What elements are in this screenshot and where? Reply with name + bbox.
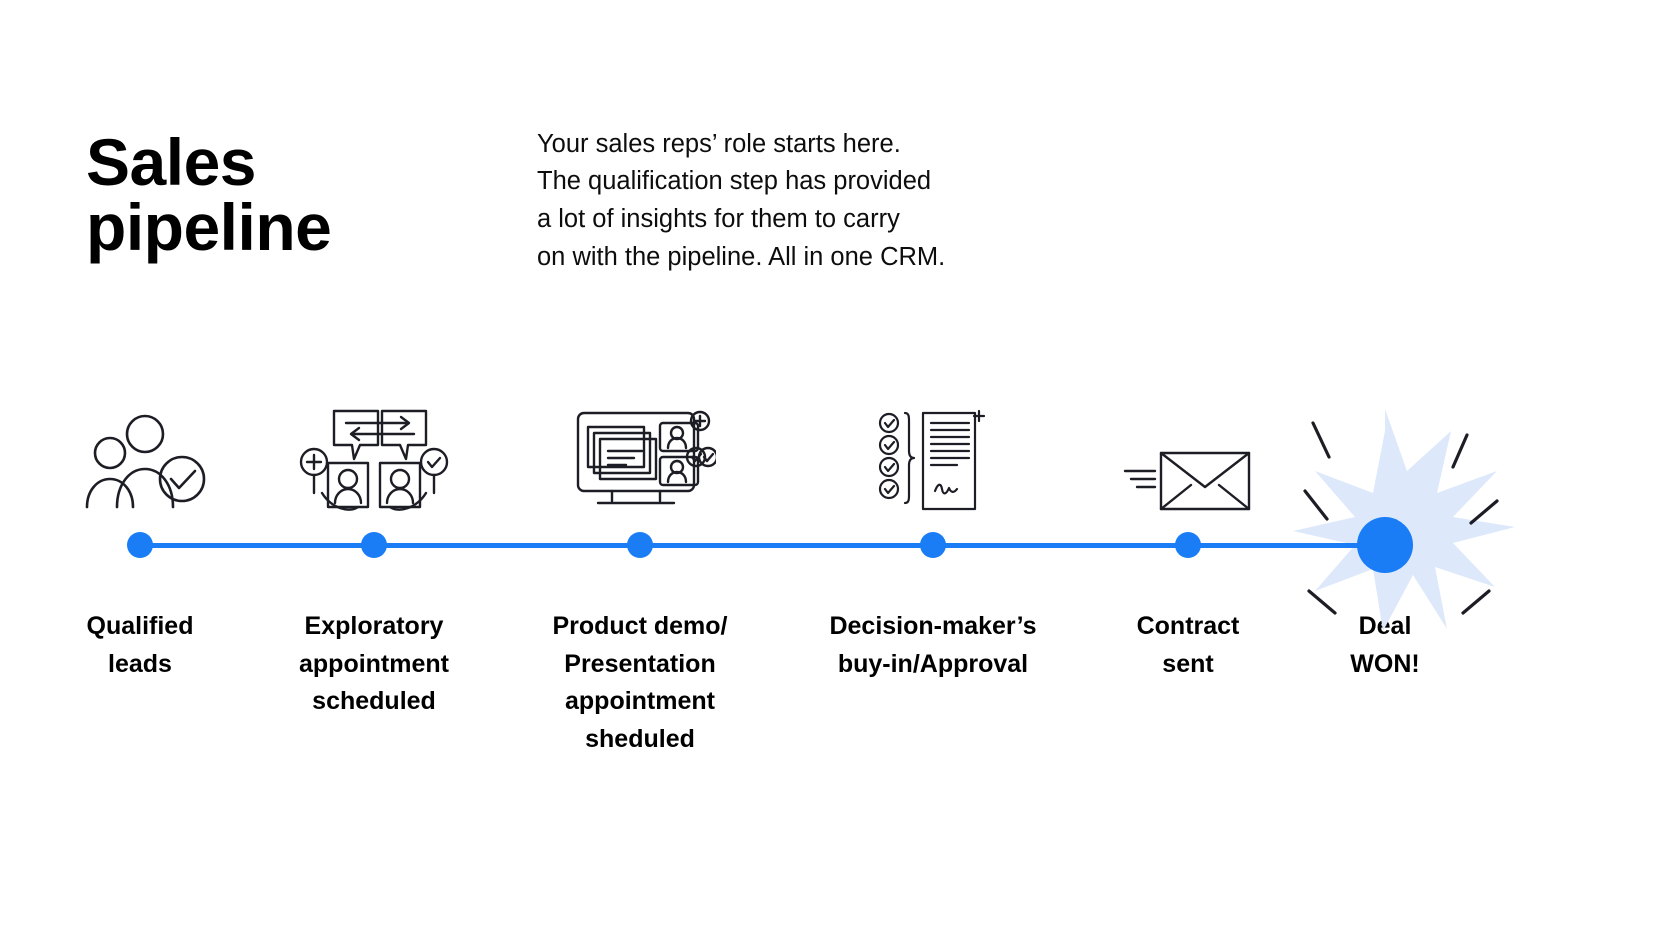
slide-canvas: Sales pipeline Your sales reps’ role sta… (0, 0, 1670, 930)
page-title: Sales pipeline (86, 125, 332, 264)
pipeline-stage-dot[interactable] (920, 532, 946, 558)
envelope-sent-icon (1123, 380, 1253, 515)
pipeline-stage-dot[interactable] (361, 532, 387, 558)
pipeline-stage-label: Exploratory appointment scheduled (299, 612, 449, 715)
pipeline-stage-label: Decision-maker’s buy-in/Approval (829, 612, 1037, 678)
pipeline-stage-label: Product demo/ Presentation appointment s… (552, 612, 728, 753)
pipeline-stage-dot[interactable] (627, 532, 653, 558)
pipeline-stage-dot[interactable] (1175, 532, 1201, 558)
video-call-chat-icon (298, 380, 450, 515)
presentation-screen-icon (564, 380, 716, 515)
intro-paragraph: Your sales reps’ role starts here. The q… (537, 129, 946, 272)
people-check-icon (65, 380, 215, 515)
pipeline-stage-dot[interactable] (127, 532, 153, 558)
checklist-document-icon (873, 380, 993, 515)
pipeline-stage-label: Qualified leads (86, 612, 194, 678)
pipeline-stage-dot-final[interactable] (1357, 517, 1413, 573)
pipeline-stage-label: Deal WON! (1350, 612, 1420, 678)
sales-pipeline-timeline: Qualified leads Exploratory appointment … (0, 380, 1670, 800)
